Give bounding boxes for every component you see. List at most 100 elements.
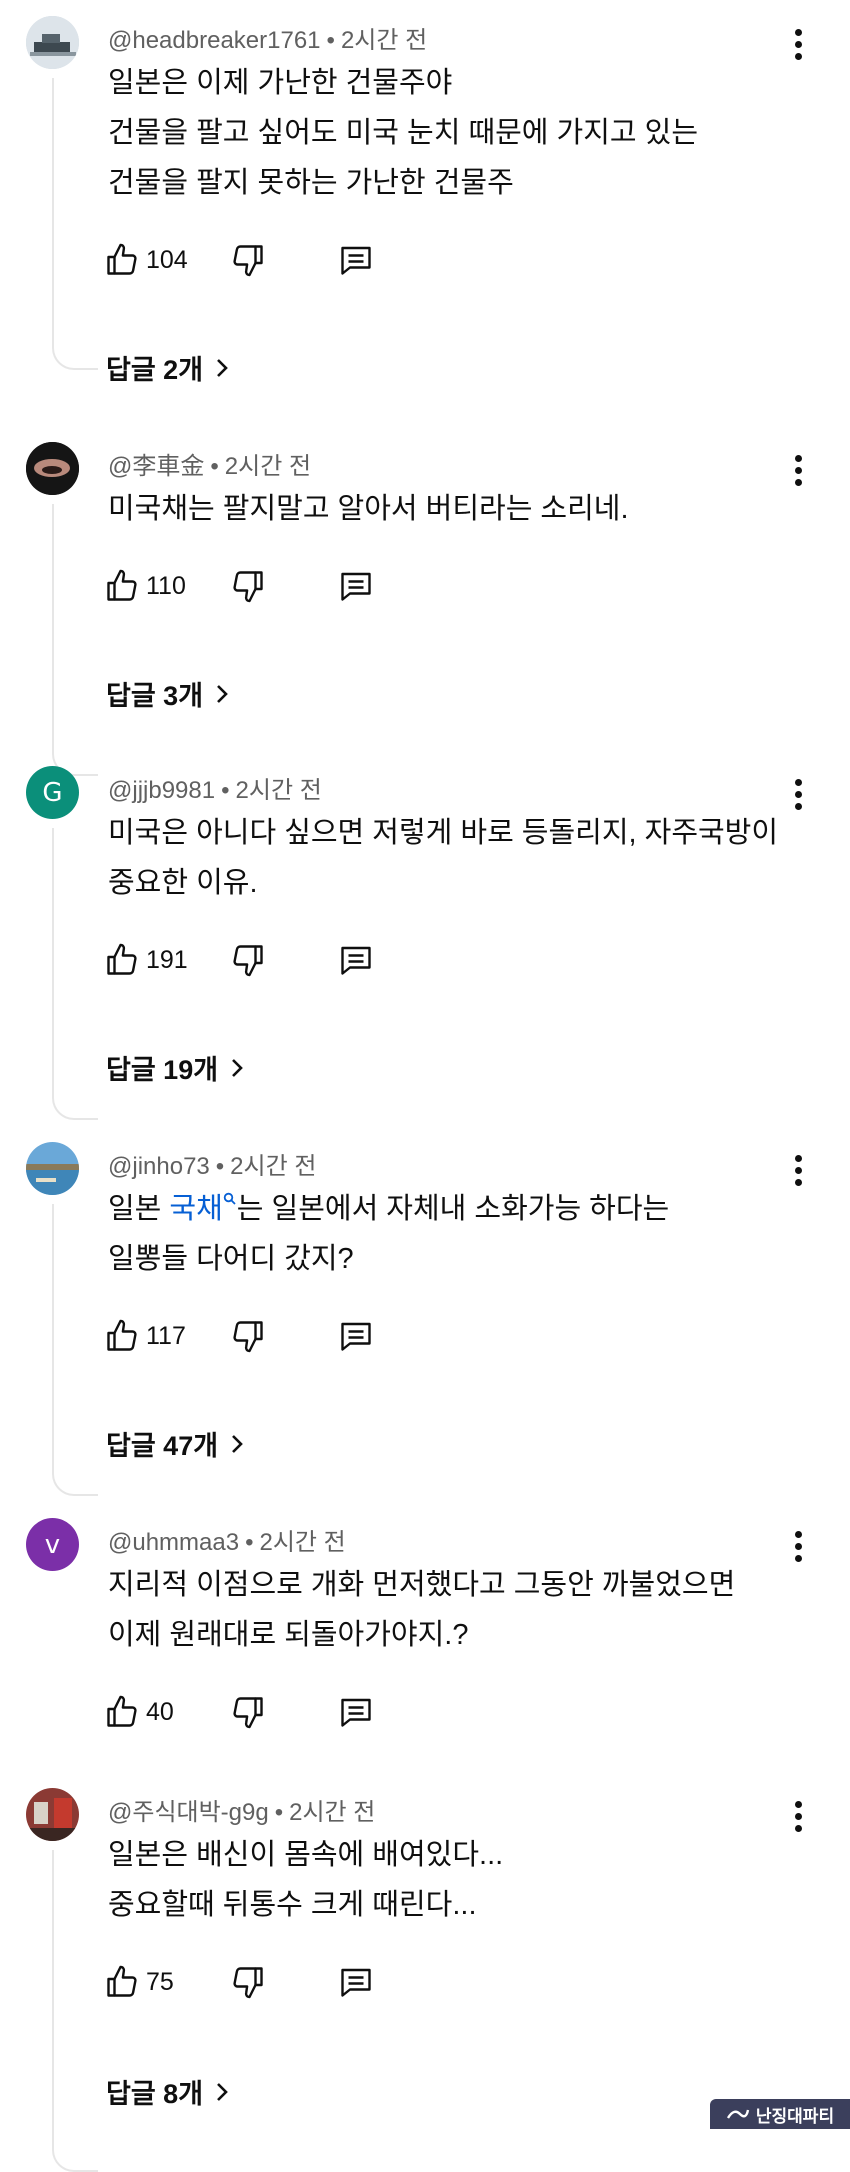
comment-header: @李車金 • 2시간 전: [108, 446, 311, 481]
view-replies-button[interactable]: 답글 47개: [106, 1424, 246, 1463]
dislike-icon: [233, 571, 263, 603]
author-name[interactable]: @주식대박-g9g: [108, 1799, 269, 1826]
author-name[interactable]: @李車金: [108, 453, 204, 480]
thread-line: [52, 504, 98, 776]
watermark: 난징대파티: [710, 2099, 850, 2129]
more-options-button[interactable]: [782, 24, 814, 64]
avatar[interactable]: [26, 1788, 79, 1841]
timestamp[interactable]: 2시간 전: [341, 27, 427, 54]
dislike-button[interactable]: [230, 940, 266, 980]
more-options-button[interactable]: [782, 450, 814, 490]
like-icon: [107, 1965, 137, 1997]
like-button[interactable]: 191: [104, 940, 188, 980]
thread-line: [52, 828, 98, 1120]
replies-count: 답글 2개: [106, 355, 204, 385]
more-options-button[interactable]: [782, 1796, 814, 1836]
view-replies-button[interactable]: 답글 2개: [106, 348, 231, 387]
more-options-button[interactable]: [782, 1526, 814, 1566]
reply-button[interactable]: [338, 1962, 374, 2002]
like-button[interactable]: 40: [104, 1692, 174, 1732]
reply-button[interactable]: [338, 1692, 374, 1732]
dislike-button[interactable]: [230, 566, 266, 606]
avatar[interactable]: [26, 1142, 79, 1195]
replies-count: 답글 19개: [106, 1055, 219, 1085]
logo-icon: [726, 2109, 750, 2119]
reply-icon: [341, 946, 371, 975]
comment-header: @jjjb9981 • 2시간 전: [108, 770, 322, 805]
reply-icon: [341, 1322, 371, 1351]
separator-dot: •: [326, 27, 335, 54]
timestamp[interactable]: 2시간 전: [236, 777, 322, 804]
author-name[interactable]: @headbreaker1761: [108, 27, 321, 54]
dislike-button[interactable]: [230, 1962, 266, 2002]
dislike-button[interactable]: [230, 1692, 266, 1732]
avatar[interactable]: [26, 442, 79, 495]
search-icon: [223, 1192, 236, 1205]
like-icon: [107, 569, 137, 601]
like-button[interactable]: 110: [104, 566, 186, 606]
like-icon: [107, 943, 137, 975]
reply-button[interactable]: [338, 566, 374, 606]
chevron-right-icon: [217, 2082, 228, 2101]
reply-icon: [341, 1968, 371, 1997]
comment-header: @jinho73 • 2시간 전: [108, 1146, 316, 1181]
author-name[interactable]: @uhmmaa3: [108, 1529, 239, 1556]
replies-count: 답글 47개: [106, 1431, 219, 1461]
avatar[interactable]: G: [26, 766, 79, 819]
comment-text: 일본은 배신이 몸속에 배여있다... 중요할때 뒤통수 크게 때린다...: [108, 1839, 504, 1921]
like-icon: [107, 1695, 137, 1727]
more-options-button[interactable]: [782, 1150, 814, 1190]
chevron-right-icon: [232, 1434, 243, 1453]
like-icon: [107, 1319, 137, 1351]
view-replies-button[interactable]: 답글 3개: [106, 674, 231, 713]
chevron-right-icon: [217, 358, 228, 377]
more-options-button[interactable]: [782, 774, 814, 814]
reply-icon: [341, 572, 371, 601]
avatar[interactable]: v: [26, 1518, 79, 1571]
timestamp[interactable]: 2시간 전: [260, 1529, 346, 1556]
comment-text: 일본은 이제 가난한 건물주야 건물을 팔고 싶어도 미국 눈치 때문에 가지고…: [108, 67, 699, 199]
reply-icon: [341, 1698, 371, 1727]
chevron-right-icon: [217, 684, 228, 703]
like-button[interactable]: 75: [104, 1962, 174, 2002]
dislike-icon: [233, 1697, 263, 1729]
avatar[interactable]: [26, 16, 79, 69]
author-name[interactable]: @jinho73: [108, 1153, 210, 1180]
like-count: 117: [146, 1321, 186, 1350]
comment-text: 일본 국채 는 일본에서 자체내 소화가능 하다는 일뽕들 다어디 갔지?: [108, 1192, 670, 1275]
more-vert-icon: [794, 454, 802, 462]
like-button[interactable]: 117: [104, 1316, 186, 1356]
like-count: 191: [146, 945, 188, 974]
separator-dot: •: [274, 1799, 284, 1826]
like-count: 110: [146, 571, 186, 600]
dislike-icon: [233, 945, 263, 977]
more-vert-icon: [794, 1800, 802, 1808]
like-count: 75: [146, 1967, 174, 1996]
dislike-button[interactable]: [230, 1316, 266, 1356]
search-link[interactable]: 국채: [169, 1192, 236, 1225]
comment-header: @uhmmaa3 • 2시간 전: [108, 1522, 346, 1557]
separator-dot: •: [221, 777, 230, 804]
reply-button[interactable]: [338, 940, 374, 980]
reply-button[interactable]: [338, 1316, 374, 1356]
comment-header: @주식대박-g9g • 2시간 전: [108, 1792, 375, 1827]
dislike-icon: [233, 245, 263, 277]
dislike-icon: [233, 1967, 263, 1999]
author-name[interactable]: @jjjb9981: [108, 777, 215, 804]
view-replies-button[interactable]: 답글 19개: [106, 1048, 246, 1087]
thread-line: [52, 78, 98, 370]
timestamp[interactable]: 2시간 전: [289, 1799, 375, 1826]
comment-header: @headbreaker1761 • 2시간 전: [108, 20, 427, 55]
reply-button[interactable]: [338, 240, 374, 280]
thread-line: [52, 1204, 98, 1496]
timestamp[interactable]: 2시간 전: [230, 1153, 316, 1180]
view-replies-button[interactable]: 답글 8개: [106, 2072, 231, 2111]
timestamp[interactable]: 2시간 전: [225, 453, 311, 480]
more-vert-icon: [794, 778, 802, 786]
like-button[interactable]: 104: [104, 240, 188, 280]
comment-text: 지리적 이점으로 개화 먼저했다고 그동안 까불었으면 이제 원래대로 되돌아가…: [108, 1569, 736, 1651]
watermark-text: 난징대파티: [755, 2106, 835, 2126]
dislike-button[interactable]: [230, 240, 266, 280]
more-vert-icon: [794, 28, 802, 36]
separator-dot: •: [215, 1153, 225, 1180]
